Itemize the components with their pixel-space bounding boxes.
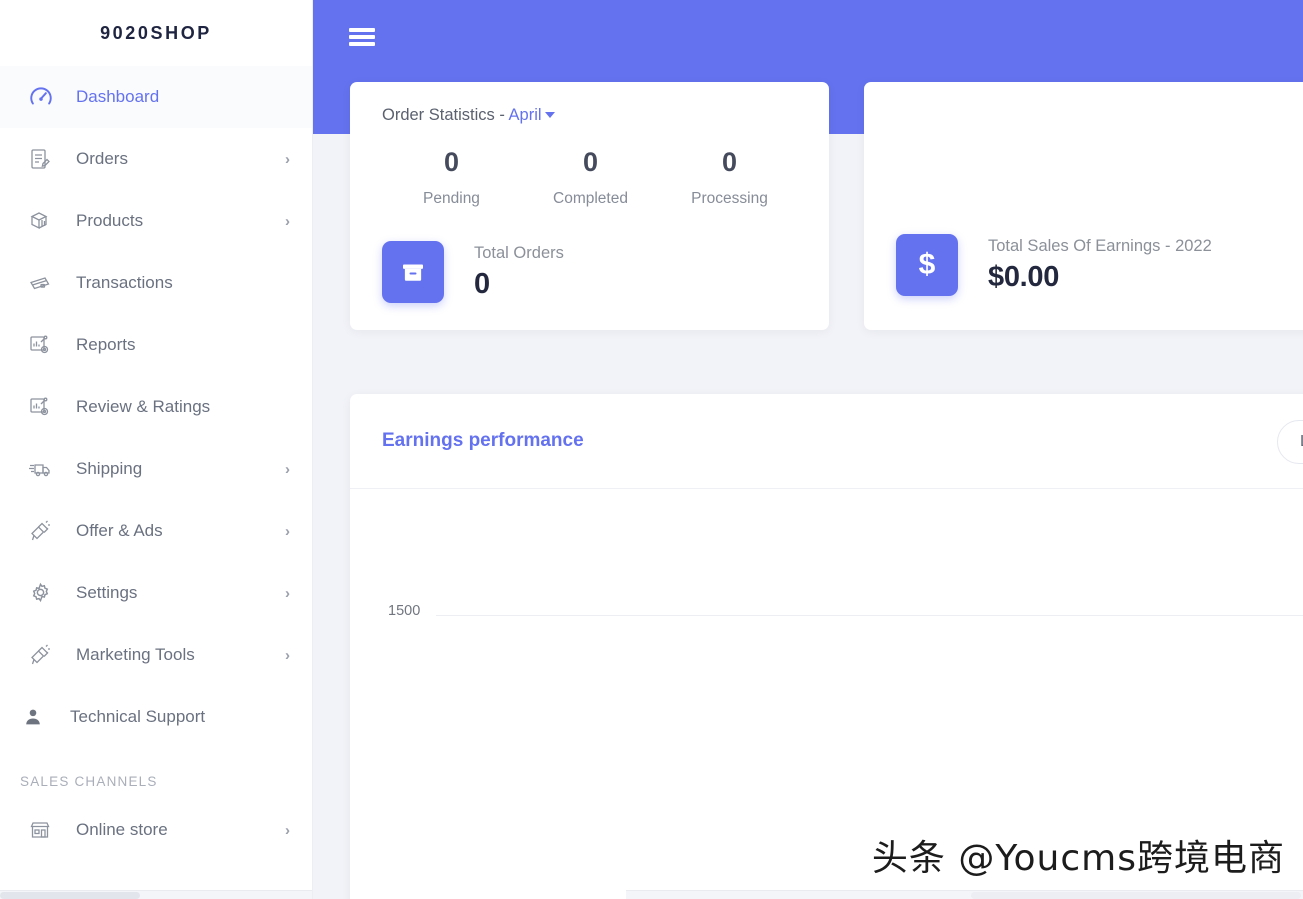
stat-label: Completed — [553, 190, 628, 208]
total-orders-label: Total Orders — [474, 243, 564, 262]
report-chart-icon — [28, 395, 62, 419]
content-area: Order Statistics - April 0 Pending 0 Com… — [313, 0, 1303, 899]
sidebar-item-dashboard[interactable]: Dashboard — [0, 66, 312, 128]
storefront-icon — [28, 818, 62, 842]
report-chart-icon — [28, 333, 62, 357]
stat-value: 0 — [443, 147, 460, 177]
chart-plot-area: 1500 — [350, 489, 1303, 899]
person-icon — [22, 706, 56, 728]
sidebar-nav: Dashboard Orders › Products › Transactio… — [0, 66, 312, 861]
chevron-right-icon: › — [285, 212, 290, 230]
sidebar-item-orders[interactable]: Orders › — [0, 128, 312, 190]
date-range-selector[interactable]: Last 7 Days — [1277, 420, 1303, 464]
scrollbar-thumb[interactable] — [971, 892, 1301, 899]
chevron-right-icon: › — [285, 584, 290, 602]
sidebar-item-reports[interactable]: Reports — [0, 314, 312, 376]
sidebar-item-label: Products — [76, 211, 144, 230]
earnings-performance-card: Earnings performance Last 7 Days 1500 — [350, 394, 1303, 899]
megaphone-icon — [28, 519, 62, 543]
dashboard-page: 9020SHOP Dashboard Orders › Products › T… — [0, 0, 1303, 899]
summary-cards-row: Order Statistics - April 0 Pending 0 Com… — [350, 0, 1303, 330]
order-statistics-title-prefix: Order Statistics - — [382, 106, 509, 124]
sidebar-item-label: Online store — [76, 820, 168, 839]
sidebar-item-transactions[interactable]: Transactions — [0, 252, 312, 314]
sidebar: 9020SHOP Dashboard Orders › Products › T… — [0, 0, 313, 899]
megaphone-icon — [28, 643, 62, 667]
total-orders-row: Total Orders 0 — [382, 241, 799, 304]
stat-label: Pending — [423, 190, 480, 208]
dollar-sign-icon: $ — [896, 234, 958, 296]
sidebar-section-sales-channels: SALES CHANNELS — [20, 774, 158, 789]
gear-icon — [28, 581, 62, 606]
sidebar-item-label: Settings — [76, 583, 138, 602]
card-money-icon — [28, 271, 62, 295]
chevron-right-icon: › — [285, 460, 290, 478]
chevron-right-icon: › — [285, 646, 290, 664]
order-stats-group: 0 Pending 0 Completed 0 Processing — [382, 147, 799, 208]
brand-header: 9020SHOP — [0, 0, 312, 66]
main-horizontal-scrollbar[interactable] — [626, 890, 1303, 899]
sidebar-item-review-ratings[interactable]: Review & Ratings — [0, 376, 312, 438]
sidebar-item-settings[interactable]: Settings › — [0, 562, 312, 624]
total-sales-texts: Total Sales Of Earnings - 2022 $0.00 — [988, 237, 1212, 294]
sidebar-item-label: Transactions — [76, 273, 173, 292]
total-orders-value: 0 — [474, 267, 490, 300]
stat-processing: 0 Processing — [660, 147, 799, 208]
sidebar-item-label: Reports — [76, 335, 136, 354]
total-orders-texts: Total Orders 0 — [474, 244, 564, 301]
dollar-glyph: $ — [918, 248, 936, 281]
stat-value: 0 — [721, 147, 738, 177]
sidebar-item-online-store[interactable]: Online store › — [0, 799, 312, 861]
archive-box-icon — [382, 241, 444, 304]
chart-header: Earnings performance Last 7 Days — [350, 394, 1303, 489]
sidebar-item-label: Dashboard — [76, 87, 160, 106]
sidebar-item-technical-support[interactable]: Technical Support — [0, 686, 312, 748]
sidebar-item-label: Technical Support — [70, 707, 206, 726]
chevron-right-icon: › — [285, 150, 290, 168]
sidebar-item-label: Shipping — [76, 459, 143, 478]
scrollbar-thumb[interactable] — [0, 892, 140, 899]
total-sales-row: $ Total Sales Of Earnings - 2022 $0.00 — [896, 234, 1212, 296]
y-axis-tick-label: 1500 — [388, 603, 421, 619]
total-sales-value: $0.00 — [988, 260, 1060, 293]
chart-title: Earnings performance — [382, 430, 584, 451]
sidebar-item-label: Orders — [76, 149, 128, 168]
total-sales-card: $ Total Sales Of Earnings - 2022 $0.00 — [864, 82, 1303, 330]
sidebar-item-offer-ads[interactable]: Offer & Ads › — [0, 500, 312, 562]
order-list-icon — [28, 147, 62, 171]
total-sales-label: Total Sales Of Earnings - 2022 — [988, 236, 1212, 255]
sidebar-item-shipping[interactable]: Shipping › — [0, 438, 312, 500]
sidebar-item-label: Review & Ratings — [76, 397, 211, 416]
sidebar-item-label: Offer & Ads — [76, 521, 163, 540]
speedometer-icon — [28, 84, 62, 110]
month-selector[interactable]: April — [509, 106, 542, 124]
chevron-down-icon[interactable] — [544, 112, 555, 118]
chevron-right-icon: › — [285, 522, 290, 540]
box-product-icon — [28, 209, 62, 233]
chart-gridline — [436, 615, 1303, 616]
stat-value: 0 — [582, 147, 599, 177]
brand-name: 9020SHOP — [100, 22, 212, 43]
order-statistics-card: Order Statistics - April 0 Pending 0 Com… — [350, 82, 829, 330]
stat-label: Processing — [691, 190, 768, 208]
sidebar-item-products[interactable]: Products › — [0, 190, 312, 252]
stat-pending: 0 Pending — [382, 147, 521, 208]
stat-completed: 0 Completed — [521, 147, 660, 208]
chevron-right-icon: › — [285, 821, 290, 839]
order-statistics-title: Order Statistics - April — [382, 106, 799, 125]
truck-icon — [28, 457, 62, 481]
main-content: Order Statistics - April 0 Pending 0 Com… — [313, 0, 1303, 899]
sidebar-horizontal-scrollbar[interactable] — [0, 890, 312, 899]
sidebar-item-marketing-tools[interactable]: Marketing Tools › — [0, 624, 312, 686]
sidebar-item-label: Marketing Tools — [76, 645, 195, 664]
